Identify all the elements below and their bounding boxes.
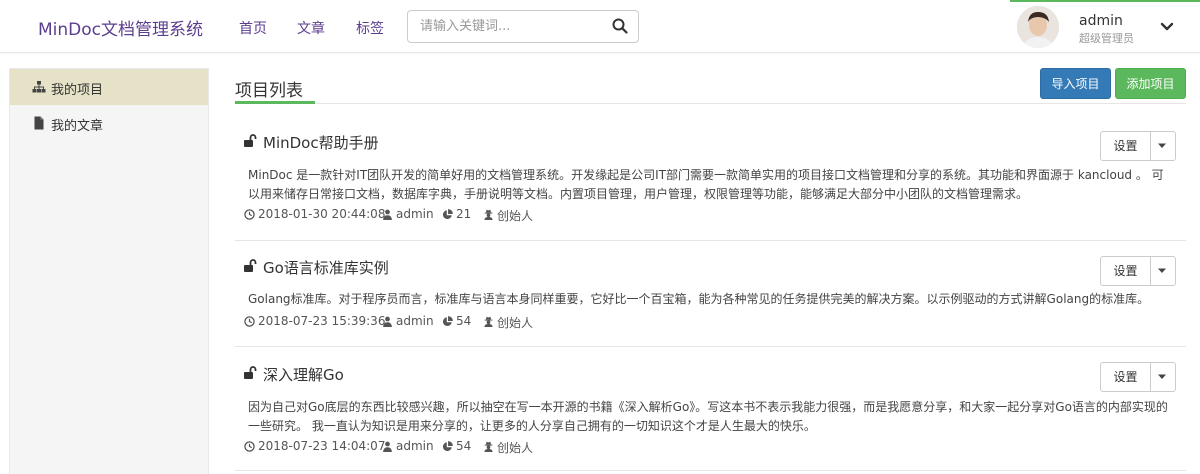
unlock-icon [244, 366, 257, 379]
clock-icon [244, 441, 255, 452]
search-box [407, 10, 639, 43]
sidebar-item-my-projects[interactable]: 我的项目 [10, 69, 208, 105]
user-name[interactable]: admin [1079, 13, 1123, 29]
settings-button[interactable]: 设置 [1101, 257, 1151, 285]
project-description: Golang标准库。对于程序员而言，标准库与语言本身同样重要，它好比一个百宝箱，… [248, 292, 1150, 306]
import-project-button[interactable]: 导入项目 [1040, 68, 1111, 99]
sitemap-icon [32, 81, 46, 93]
project-settings-dropdown: 设置 [1100, 256, 1176, 286]
page-title: 项目列表 [235, 81, 303, 101]
top-navbar: MinDoc文档管理系统 首页 文章 标签 admin 超级管理员 [0, 0, 1200, 53]
nav-articles[interactable]: 文章 [297, 18, 325, 38]
nav-tags[interactable]: 标签 [356, 18, 384, 38]
project-item: 深入理解Go 设置 因为自己对Go底层的东西比较感兴趣，所以抽空在写一本开源的书… [235, 347, 1186, 471]
project-description: MinDoc 是一款针对IT团队开发的简单好用的文档管理系统。开发缘起是公司IT… [248, 168, 1164, 201]
sidebar-item-my-articles[interactable]: 我的文章 [10, 105, 208, 141]
user-icon [383, 209, 392, 220]
project-settings-dropdown: 设置 [1100, 131, 1176, 161]
title-divider [235, 103, 1186, 104]
nav-home[interactable]: 首页 [239, 18, 267, 38]
user-secret-icon [484, 209, 493, 220]
user-secret-icon [484, 316, 493, 327]
settings-button[interactable]: 设置 [1101, 363, 1151, 391]
caret-down-icon[interactable] [1157, 268, 1167, 274]
chevron-down-icon[interactable] [1160, 20, 1174, 34]
search-icon[interactable] [612, 18, 628, 34]
clock-icon [244, 209, 255, 220]
caret-down-icon[interactable] [1157, 374, 1167, 380]
title-underline-accent [235, 101, 315, 104]
unlock-icon [244, 259, 257, 272]
project-settings-dropdown: 设置 [1100, 362, 1176, 392]
pie-chart-icon [442, 209, 453, 220]
pie-chart-icon [442, 441, 453, 452]
unlock-icon [244, 134, 257, 147]
settings-button[interactable]: 设置 [1101, 132, 1151, 160]
user-avatar[interactable] [1017, 6, 1059, 48]
sidebar-item-label: 我的文章 [51, 119, 104, 134]
project-item: Go语言标准库实例 设置 Golang标准库。对于程序员而言，标准库与语言本身同… [235, 241, 1186, 347]
pie-chart-icon [442, 316, 453, 327]
project-description: 因为自己对Go底层的东西比较感兴趣，所以抽空在写一本开源的书籍《深入解析Go》。… [248, 400, 1168, 433]
user-secret-icon [484, 441, 493, 452]
project-title[interactable]: Go语言标准库实例 [263, 257, 389, 278]
caret-down-icon[interactable] [1157, 143, 1167, 149]
user-icon [383, 441, 392, 452]
file-icon [34, 116, 44, 130]
sidebar-item-label: 我的项目 [51, 83, 104, 98]
search-input[interactable] [408, 11, 598, 42]
clock-icon [244, 316, 255, 327]
user-role: 超级管理员 [1079, 32, 1134, 45]
sidebar: 我的项目 我的文章 [9, 68, 209, 474]
project-title[interactable]: MinDoc帮助手册 [263, 132, 379, 153]
add-project-button[interactable]: 添加项目 [1115, 68, 1186, 99]
project-item: MinDoc帮助手册 设置 MinDoc 是一款针对IT团队开发的简单好用的文档… [235, 118, 1186, 241]
brand-logo-text[interactable]: MinDoc文档管理系统 [38, 15, 203, 40]
user-icon [383, 316, 392, 327]
project-title[interactable]: 深入理解Go [263, 364, 344, 385]
header-accent-line [1010, 0, 1200, 2]
